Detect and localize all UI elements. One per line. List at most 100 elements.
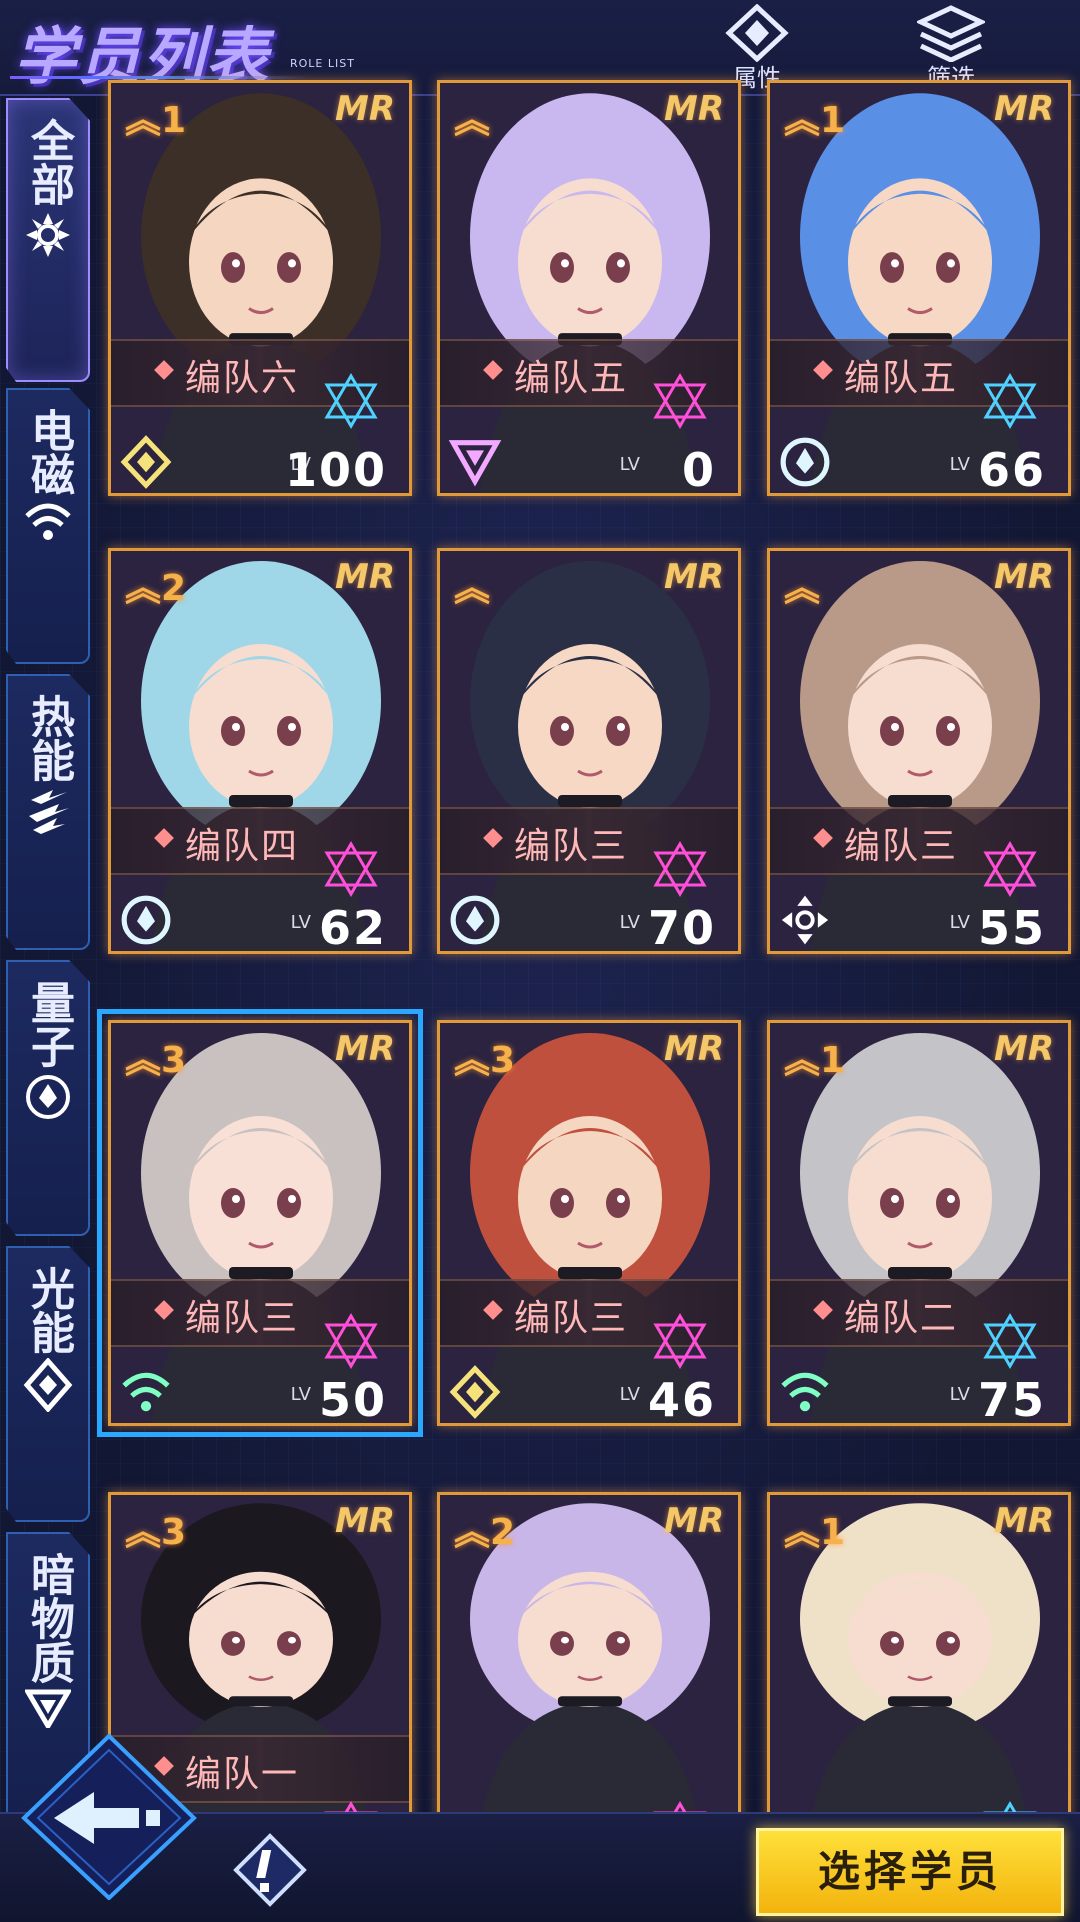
diamond-bullet-icon xyxy=(813,828,833,848)
page-subtitle: ROLE LIST xyxy=(290,57,355,70)
level-value: 62 xyxy=(318,901,387,954)
star-rank: ︽ xyxy=(454,559,490,611)
level-tag: LV xyxy=(619,454,640,475)
level-tag: LV xyxy=(949,912,970,933)
star-rank: ︽3 xyxy=(125,1031,186,1083)
tab-light-label: 光能 xyxy=(23,1266,74,1354)
star-rank: ︽3 xyxy=(454,1031,515,1083)
tab-dark-matter-label: 暗物质 xyxy=(23,1552,74,1684)
star-rank: ︽ xyxy=(454,91,490,143)
team-name: 编队三 xyxy=(514,826,629,867)
star-rank-value: 1 xyxy=(820,100,846,141)
diamond-bullet-icon xyxy=(813,360,833,380)
back-button[interactable] xyxy=(14,1730,204,1904)
star-rank-value: 1 xyxy=(820,1040,846,1081)
team-name: 编队二 xyxy=(844,1298,959,1339)
team-name: 编队三 xyxy=(185,1298,300,1339)
student-card[interactable]: ︽1 MR 编队五 LV 66 xyxy=(767,80,1071,496)
title-underline xyxy=(10,76,310,79)
student-card[interactable]: ︽1 MR 编队二 LV 75 xyxy=(767,1020,1071,1426)
chevron-up-icon: ︽ xyxy=(125,100,162,141)
student-card[interactable]: ︽2 MR 编队四 LV 62 xyxy=(108,548,412,954)
diamond-bullet-icon xyxy=(154,360,174,380)
star-rank-value: 1 xyxy=(161,100,187,141)
student-card[interactable]: ︽1 MR xyxy=(767,1492,1071,1828)
tab-thermal-label: 热能 xyxy=(23,694,74,782)
element-sidebar: 全部 电磁 热能 量子 光能 暗物质 xyxy=(0,94,92,1826)
student-card[interactable]: ︽1 MR 编队六 LV 100 xyxy=(108,80,412,496)
star-rank-value: 3 xyxy=(490,1040,516,1081)
rarity-badge: MR xyxy=(993,89,1054,129)
back-arrow-icon xyxy=(21,1733,197,1901)
wifi-element-icon xyxy=(122,1372,170,1412)
slash-icon xyxy=(29,790,69,834)
attribute-button[interactable]: 属性 xyxy=(712,4,802,92)
level-value: 75 xyxy=(977,1373,1046,1426)
diamond-bullet-icon xyxy=(154,828,174,848)
chevron-up-icon: ︽ xyxy=(125,1512,162,1553)
quantum-element-icon xyxy=(450,895,500,945)
star-rank: ︽1 xyxy=(784,1503,845,1555)
star-rank: ︽1 xyxy=(784,91,845,143)
level-value: 70 xyxy=(647,901,716,954)
rarity-badge: MR xyxy=(334,1501,395,1541)
diamond-bullet-icon xyxy=(813,1300,833,1320)
star-rank-value: 2 xyxy=(161,568,187,609)
chevron-up-icon: ︽ xyxy=(784,1512,821,1553)
student-card[interactable]: ︽2 MR xyxy=(437,1492,741,1828)
star-rank: ︽3 xyxy=(125,1503,186,1555)
level-tag: LV xyxy=(949,1384,970,1405)
chevron-up-icon: ︽ xyxy=(454,1040,491,1081)
chevron-up-icon: ︽ xyxy=(454,100,491,141)
diamond-icon xyxy=(23,1358,73,1412)
team-name: 编队四 xyxy=(185,826,300,867)
star-rank: ︽1 xyxy=(784,1031,845,1083)
quantum-icon xyxy=(26,1075,70,1119)
tab-thermal[interactable]: 热能 xyxy=(6,674,90,950)
student-card[interactable]: ︽ MR 编队五 LV 0 xyxy=(437,80,741,496)
hexagram-icon xyxy=(653,841,707,897)
diamond-element-icon xyxy=(120,435,172,489)
star-rank: ︽2 xyxy=(125,559,186,611)
team-name: 编队六 xyxy=(185,358,300,399)
select-student-button[interactable]: 选择学员 xyxy=(756,1828,1064,1916)
hexagram-icon xyxy=(324,1313,378,1369)
hexagram-icon xyxy=(983,841,1037,897)
diamond-bullet-icon xyxy=(483,360,503,380)
team-name: 编队三 xyxy=(844,826,959,867)
rarity-badge: MR xyxy=(663,1501,724,1541)
tab-light[interactable]: 光能 xyxy=(6,1246,90,1522)
character-portrait xyxy=(440,83,738,493)
chevron-up-icon: ︽ xyxy=(784,1040,821,1081)
diamond-bullet-icon xyxy=(483,1300,503,1320)
star-rank-value: 3 xyxy=(161,1040,187,1081)
rarity-badge: MR xyxy=(334,1029,395,1069)
info-button[interactable] xyxy=(232,1832,308,1912)
level-value: 66 xyxy=(977,443,1046,496)
filter-button[interactable]: 筛选 xyxy=(906,4,996,92)
hexagram-icon xyxy=(983,1313,1037,1369)
student-card[interactable]: ︽3 MR 编队三 LV 50 xyxy=(97,1009,423,1437)
level-value: 50 xyxy=(318,1373,387,1426)
level-tag: LV xyxy=(290,912,311,933)
star-rank: ︽ xyxy=(784,559,820,611)
team-name: 编队五 xyxy=(514,358,629,399)
rarity-badge: MR xyxy=(663,1029,724,1069)
character-portrait xyxy=(111,83,409,493)
student-card[interactable]: ︽ MR 编队三 LV 55 xyxy=(767,548,1071,954)
diamond-bullet-icon xyxy=(483,828,503,848)
student-card[interactable]: ︽3 MR 编队三 LV 46 xyxy=(437,1020,741,1426)
tab-electromagnetic[interactable]: 电磁 xyxy=(6,388,90,664)
level-value: 46 xyxy=(647,1373,716,1426)
rarity-badge: MR xyxy=(334,557,395,597)
rarity-badge: MR xyxy=(663,89,724,129)
tab-quantum[interactable]: 量子 xyxy=(6,960,90,1236)
quantum-element-icon xyxy=(121,895,171,945)
wifi-element-icon xyxy=(781,1372,829,1412)
student-card[interactable]: ︽ MR 编队三 LV 70 xyxy=(437,548,741,954)
level-value: 55 xyxy=(977,901,1046,954)
tab-all[interactable]: 全部 xyxy=(6,98,90,382)
level-tag: LV xyxy=(290,1384,311,1405)
chevron-up-icon: ︽ xyxy=(125,568,162,609)
all-element-icon xyxy=(26,213,70,257)
